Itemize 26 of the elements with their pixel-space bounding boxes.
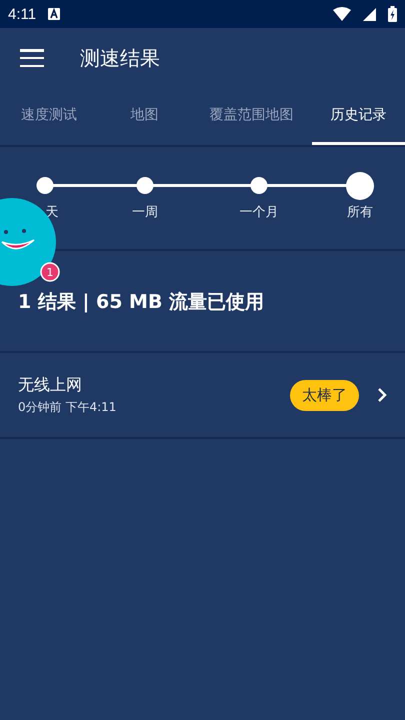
stop-label: 天 [46,204,58,221]
stop-label: 一周 [132,204,158,221]
network-name: 无线上网 [18,374,83,396]
stop-label: 所有 [347,204,373,221]
slider-stop[interactable] [136,177,154,194]
menu-button[interactable] [20,49,44,67]
tab[interactable]: 历史记录 [312,88,405,145]
slider-stop[interactable] [346,172,374,200]
rating-badge: 太棒了 [290,380,359,410]
tab[interactable]: 地图 [98,88,191,145]
status-time: 4:11 [8,6,36,22]
signal-icon [363,8,376,20]
screen-title: 测速结果 [80,44,160,72]
wifi-icon [333,7,351,21]
result-row[interactable]: 无线上网 0分钟前 下午4:11 太棒了 [0,353,405,439]
tab[interactable]: 速度测试 [0,88,98,145]
notification-icon [48,8,60,20]
battery-icon [388,6,397,22]
tab[interactable]: 覆盖范围地图 [190,88,312,145]
summary-text: 1 结果 | 65 MB 流量已使用 [18,290,264,315]
chevron-right-icon [377,387,387,403]
slider-stop[interactable] [36,177,54,194]
stop-label: 一个月 [240,204,278,221]
slider-stop[interactable] [250,177,268,194]
count-badge: 1 [40,262,60,282]
result-time: 0分钟前 下午4:11 [18,398,118,416]
